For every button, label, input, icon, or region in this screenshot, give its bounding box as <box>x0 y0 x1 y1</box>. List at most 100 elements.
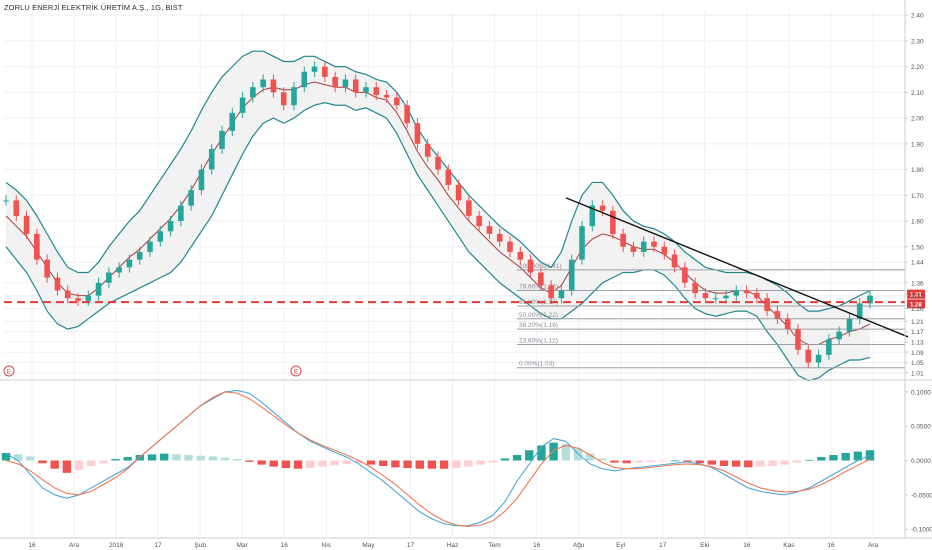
x-tick-label: 2018 <box>109 542 124 549</box>
x-tick-label: 16 <box>743 542 751 549</box>
x-tick-label: 16 <box>281 542 289 549</box>
y-tick-label: 1.70 <box>911 193 924 200</box>
candle-body <box>568 259 575 291</box>
candle-body <box>630 246 637 252</box>
macd-histogram-bar <box>403 460 412 469</box>
x-tick-label: Kas <box>783 542 795 549</box>
candle-body <box>671 254 678 268</box>
candle-body <box>774 311 781 319</box>
candle-body <box>682 267 688 283</box>
macd-histogram-bar <box>208 456 218 461</box>
macd-histogram-bar <box>549 442 558 461</box>
macd-histogram-bar <box>99 460 108 464</box>
candle-body <box>13 200 20 216</box>
macd-histogram-bar <box>123 457 132 461</box>
candle-body <box>322 66 328 77</box>
y-tick-label: 1.60 <box>911 219 924 226</box>
y-tick-label: 1.05 <box>911 360 924 367</box>
candle-body <box>373 87 380 95</box>
candle-body <box>167 221 174 232</box>
macd-histogram-bar <box>245 460 254 462</box>
macd-histogram-bar <box>804 459 814 461</box>
candle-body <box>311 66 318 72</box>
x-tick-label: 16 <box>28 542 36 549</box>
macd-histogram-bar <box>500 458 510 461</box>
macd-histogram-bar <box>306 460 315 469</box>
y-tick-label: 1.13 <box>911 339 924 346</box>
macd-line <box>5 389 871 527</box>
candle-body <box>486 226 493 234</box>
y-tick-label: 1.21 <box>911 319 924 326</box>
macd-histogram-bar <box>62 460 72 473</box>
x-tick-label: 17 <box>659 542 667 549</box>
candle-body <box>208 148 215 170</box>
macd-histogram-bar <box>293 460 303 469</box>
macd-histogram-bar <box>13 454 23 461</box>
candle-body <box>640 241 647 252</box>
candle-body <box>85 295 92 301</box>
candle-body <box>34 233 40 260</box>
candle-body <box>229 112 236 131</box>
macd-histogram-bar <box>172 454 181 461</box>
candle-body <box>54 277 61 291</box>
candle-body <box>496 233 503 242</box>
macd-histogram-bar <box>86 460 96 466</box>
x-tick-label: Ara <box>69 542 80 549</box>
candle-body <box>435 156 441 170</box>
candle-body <box>301 71 308 88</box>
candle-body <box>836 331 842 340</box>
bb-fill <box>6 51 870 381</box>
candle-body <box>250 87 256 98</box>
macd-histogram-bar <box>707 460 717 465</box>
macd-y-tick-label: -0.1000 <box>911 527 932 534</box>
x-tick-label: 16 <box>827 542 835 549</box>
macd-histogram-bar <box>488 460 497 463</box>
macd-histogram-bar <box>610 460 619 463</box>
y-tick-label: 1.80 <box>911 167 924 174</box>
candle-body <box>527 259 534 273</box>
y-tick-label: 1.44 <box>911 260 924 267</box>
macd-histogram-bar <box>622 460 631 464</box>
candle-body <box>157 231 164 242</box>
candle-body <box>178 205 184 222</box>
candle-body <box>764 298 770 312</box>
macd-histogram-bar <box>330 460 339 466</box>
macd-histogram-bar <box>512 455 522 461</box>
candle-body <box>239 97 246 113</box>
candle-body <box>260 79 266 88</box>
y-tick-label: 1.31 <box>911 293 924 300</box>
candle-body <box>332 76 338 88</box>
signal-line <box>5 391 871 527</box>
y-tick-label: 1.36 <box>911 280 924 287</box>
candle-body <box>733 290 740 296</box>
y-tick-label: 2.20 <box>911 64 924 71</box>
candle-body <box>826 339 832 355</box>
macd-histogram-bar <box>829 455 838 461</box>
macd-histogram-bar <box>220 457 230 461</box>
candle-body <box>846 318 853 332</box>
y-tick-label: 1.09 <box>911 350 924 357</box>
candle-body <box>219 130 225 149</box>
price-chart[interactable]: 100.00%(1.41)78.60%(1.33)61.80%(1.27)50.… <box>0 0 932 550</box>
x-tick-label: Mar <box>237 542 249 549</box>
macd-histogram-bar <box>427 460 437 469</box>
candle-body <box>404 105 410 124</box>
macd-histogram-bar <box>147 454 157 461</box>
candle-body <box>394 97 400 106</box>
candle-body <box>476 215 482 227</box>
macd-histogram-bar <box>476 460 485 465</box>
candle-body <box>3 200 9 202</box>
macd-y-tick-label: 0.0500 <box>911 424 931 431</box>
macd-histogram-bar <box>646 460 656 462</box>
candle-body <box>743 290 750 294</box>
macd-histogram-bar <box>342 460 351 464</box>
macd-histogram-bar <box>38 460 47 464</box>
macd-histogram-bar <box>464 460 473 467</box>
candle-body <box>599 205 606 211</box>
macd-histogram-bar <box>415 460 424 469</box>
macd-histogram-bar <box>452 460 461 469</box>
candle-body <box>466 200 472 216</box>
macd-histogram-bar <box>379 460 388 466</box>
candle-body <box>661 246 668 255</box>
x-tick-label: Ağu <box>573 542 585 549</box>
